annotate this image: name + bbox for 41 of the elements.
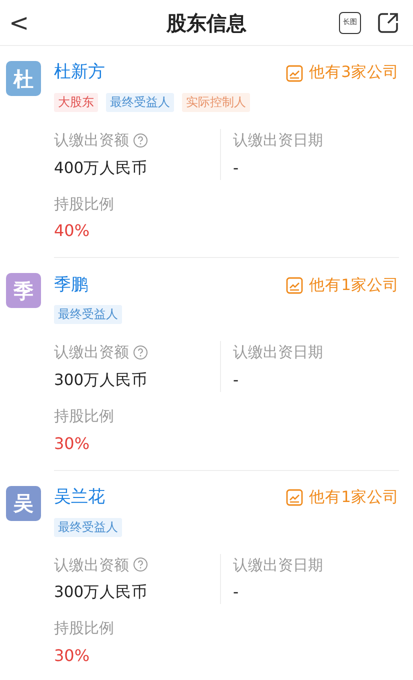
field-label: 持股比例 [54, 618, 115, 640]
role-tag: 最终受益人 [54, 518, 122, 536]
companies-link[interactable]: 他有3家公司 [286, 61, 399, 85]
role-tag: 大股东 [54, 93, 98, 112]
help-icon [133, 132, 148, 148]
field-value: - [233, 582, 240, 603]
field-label: 认缴出资额 [54, 130, 129, 151]
share-icon[interactable] [377, 12, 399, 34]
field-label: 持股比例 [54, 194, 115, 215]
field-label: 持股比例 [54, 406, 115, 427]
field-value: 300万人民币 [54, 370, 149, 391]
field-label: 认缴出资额 [54, 342, 129, 364]
role-tag: 最终受益人 [54, 305, 122, 324]
back-button[interactable]: < [4, 10, 34, 34]
ratio-value: 30% [54, 432, 91, 454]
avatar: 杜 [6, 61, 41, 96]
role-tag: 实际控制人 [182, 93, 250, 112]
field-label: 认缴出资日期 [233, 342, 323, 364]
ratio-value: 30% [54, 644, 91, 667]
help-icon [133, 345, 148, 360]
field-label: 认缴出资额 [54, 554, 129, 576]
role-tag: 最终受益人 [106, 93, 174, 112]
chart-icon [286, 489, 304, 506]
companies-link[interactable]: 他有1家公司 [286, 274, 399, 297]
field-value: - [233, 158, 240, 178]
help-icon [133, 557, 148, 572]
shareholder-name[interactable]: 季鹏 [54, 272, 88, 298]
page-title: 股东信息 [165, 10, 248, 36]
avatar: 吴 [6, 486, 41, 520]
chart-icon [286, 64, 304, 82]
chart-icon [286, 276, 304, 294]
field-value: 300万人民币 [54, 582, 149, 603]
field-label: 认缴出资日期 [233, 130, 323, 151]
field-value: - [233, 370, 240, 391]
avatar: 季 [6, 273, 41, 308]
companies-link[interactable]: 他有1家公司 [286, 486, 399, 510]
field-value: 400万人民币 [54, 158, 149, 178]
shareholder-name[interactable]: 吴兰花 [54, 484, 105, 510]
shareholder-name[interactable]: 杜新方 [54, 60, 105, 86]
ratio-value: 40% [54, 220, 91, 242]
field-label: 认缴出资日期 [233, 554, 323, 576]
